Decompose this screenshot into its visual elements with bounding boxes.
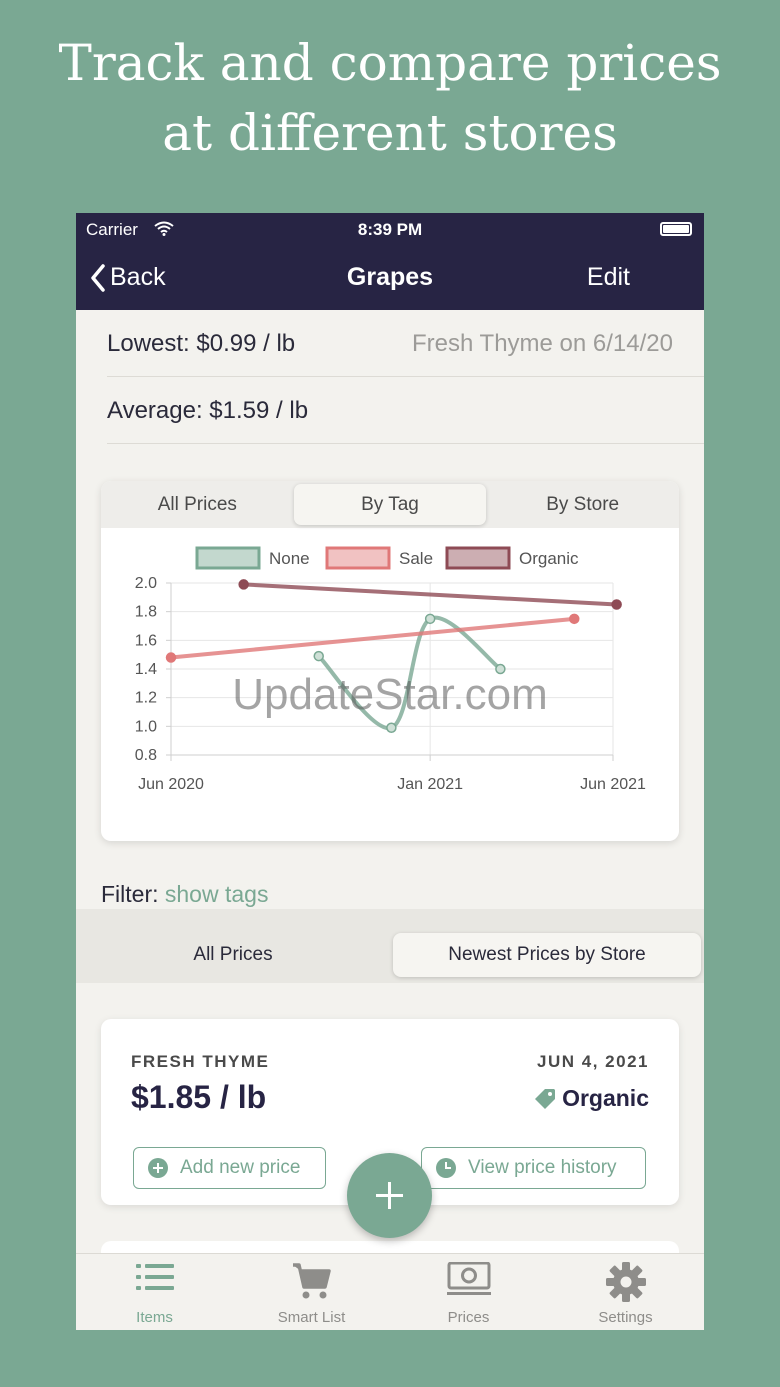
tab-prices-label: Prices [447, 1309, 490, 1326]
tab-newest-by-store[interactable]: Newest Prices by Store [393, 933, 701, 977]
data-point-none [495, 663, 506, 675]
series-line-sale [170, 616, 575, 660]
chart-card: All Prices By Tag By Store 2.0 1.8 1.6 1.4 1… [101, 481, 679, 841]
legend-label: Sale [399, 549, 433, 568]
back-label: Back [110, 263, 166, 291]
tab-smart-list-label: Smart List [277, 1309, 346, 1326]
y-tick-label: 2.0 [135, 575, 157, 592]
tab-by-store[interactable]: By Store [486, 481, 679, 528]
legend-swatch [195, 546, 261, 570]
data-point-none [386, 722, 397, 734]
chart-segmented-control: All Prices By Tag By Store [101, 481, 679, 528]
lowest-price-row: Lowest: $0.99 / lb Fresh Thyme on 6/14/2… [107, 310, 704, 377]
edit-button[interactable]: Edit [587, 263, 630, 292]
battery-icon [660, 222, 692, 236]
headline: Track and compare prices at different st… [0, 28, 780, 168]
y-tick-label: 0.8 [135, 747, 157, 764]
phone-screen: Carrier 8:39 PM Back Grapes Edit Lowest:… [76, 213, 704, 1330]
add-new-price-button[interactable]: Add new price [133, 1147, 326, 1189]
legend-swatch [325, 546, 391, 570]
y-tick-label: 1.4 [135, 661, 157, 678]
tab-items[interactable]: Items [76, 1254, 233, 1330]
nav-bar: Back Grapes Edit [76, 245, 704, 310]
view-price-history-label: View price history [468, 1157, 617, 1178]
list-icon [135, 1264, 174, 1290]
data-point-none [313, 650, 324, 662]
view-price-history-button[interactable]: View price history [421, 1147, 646, 1189]
show-tags-link[interactable]: show tags [165, 881, 269, 907]
legend-label: None [269, 549, 310, 568]
price-tag-label: Organic [562, 1085, 649, 1111]
price-date: JUN 4, 2021 [537, 1052, 649, 1071]
tab-all-prices[interactable]: All Prices [101, 481, 294, 528]
plus-circle-icon [148, 1158, 168, 1178]
y-tick-label: 1.2 [135, 690, 157, 707]
tag-icon [535, 1088, 556, 1109]
data-point-sale [165, 652, 177, 663]
data-point-none [424, 613, 436, 625]
x-tick-label: Jun 2021 [580, 776, 646, 793]
gear-icon [605, 1262, 646, 1302]
price-tag: Organic [534, 1085, 649, 1112]
lowest-price: Lowest: $0.99 / lb [107, 330, 296, 357]
headline-line-2: at different stores [162, 104, 618, 162]
y-tick-label: 1.0 [135, 718, 157, 735]
headline-line-1: Track and compare prices [58, 34, 722, 92]
status-bar: Carrier 8:39 PM [76, 213, 704, 245]
data-point-sale [568, 613, 580, 625]
cart-icon [292, 1263, 331, 1299]
back-button[interactable]: Back [90, 263, 166, 292]
legend-swatch [445, 546, 511, 570]
x-tick-label: Jun 2020 [138, 776, 204, 793]
data-point-organic [611, 599, 622, 610]
clock-icon [436, 1158, 456, 1178]
tab-smart-list[interactable]: Smart List [233, 1254, 390, 1330]
add-price-fab[interactable] [347, 1153, 432, 1238]
y-tick-label: 1.8 [135, 604, 157, 621]
store-name: FRESH THYME [131, 1052, 270, 1071]
average-price-row: Average: $1.59 / lb [107, 377, 704, 444]
money-icon [446, 1262, 491, 1295]
tab-settings-label: Settings [598, 1309, 653, 1326]
price-chart: 2.0 1.8 1.6 1.4 1.2 1.0 0.8 Jun 2020 Jan 2021 Jun… [135, 546, 646, 793]
add-new-price-label: Add new price [180, 1157, 301, 1178]
filter-row: Filter: show tags [101, 881, 268, 908]
chevron-left-icon [91, 263, 105, 292]
filter-label: Filter: [101, 881, 159, 907]
y-tick-label: 1.6 [135, 632, 157, 649]
lowest-price-store: Fresh Thyme on 6/14/20 [411, 330, 673, 357]
x-tick-label: Jan 2021 [397, 776, 463, 793]
tab-settings[interactable]: Settings [547, 1254, 704, 1330]
tab-prices[interactable]: Prices [390, 1254, 547, 1330]
list-segmented-control: All Prices Newest Prices by Store [76, 909, 704, 983]
tab-list-all-prices[interactable]: All Prices [76, 933, 390, 977]
tab-by-tag[interactable]: By Tag [293, 484, 487, 525]
data-point-organic [238, 579, 249, 590]
tab-items-label: Items [136, 1309, 173, 1326]
price-value: $1.85 / lb [131, 1079, 267, 1115]
average-price: Average: $1.59 / lb [107, 397, 309, 424]
status-time: 8:39 PM [357, 220, 423, 239]
legend-label: Organic [519, 549, 579, 568]
tab-bar: Items Smart List Prices Settings [76, 1253, 704, 1330]
